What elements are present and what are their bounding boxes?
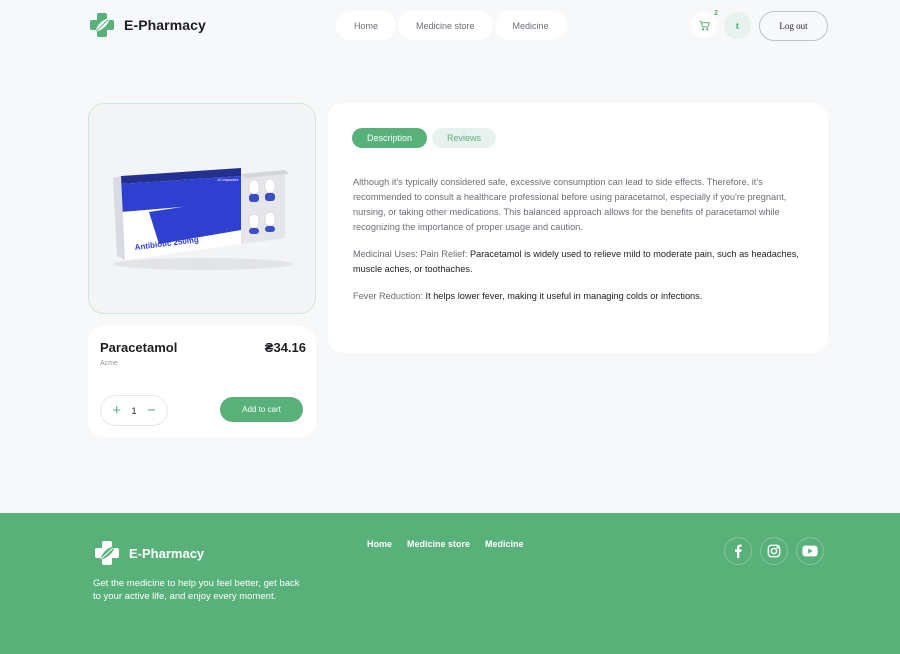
header: E-Pharmacy Home Medicine store Medicine … [0,0,900,54]
user-avatar[interactable]: t [724,12,751,39]
nav-home[interactable]: Home [336,11,397,40]
nav-medicine[interactable]: Medicine [494,11,567,40]
description-paragraph: Although it's typically considered safe,… [353,177,787,232]
cart-icon [699,20,710,30]
footer-tagline: Get the medicine to help you feel better… [93,578,300,602]
product-details-card: Description Reviews Although it's typica… [328,103,828,353]
facebook-link[interactable] [724,537,752,565]
increase-quantity-button[interactable]: + [112,403,121,418]
footer-logo-icon [95,541,119,565]
logo[interactable]: E-Pharmacy [88,11,206,39]
medicinal-uses-label: Medicinal Uses: Pain Relief: [353,249,468,259]
fever-reduction-paragraph: Fever Reduction: It helps lower fever, m… [353,289,805,304]
fever-reduction-text: It helps lower fever, making it useful i… [425,291,703,301]
add-to-cart-button[interactable]: Add to cart [220,397,303,422]
logo-text: E-Pharmacy [124,17,206,33]
tab-reviews[interactable]: Reviews [432,128,497,148]
footer-logo-text: E-Pharmacy [129,545,205,561]
product-image: Antibiotic 250mg 10 capsules [113,168,293,270]
instagram-icon [767,544,781,558]
cart-button[interactable]: 2 [691,10,718,38]
social-links [724,537,824,565]
product-brand: Acme [100,360,118,367]
box-top-text: 10 capsules [217,177,238,182]
product-name: Paracetamol [100,340,178,355]
footer-nav-medicine[interactable]: Medicine [485,539,524,549]
cart-count-badge: 2 [714,10,718,17]
instagram-link[interactable] [760,537,788,565]
tab-description[interactable]: Description [352,128,428,148]
quantity-stepper: + 1 − [100,395,168,426]
footer-nav-home[interactable]: Home [367,539,392,549]
footer-nav: Home Medicine store Medicine [367,539,524,549]
logo-icon [90,13,114,37]
footer-nav-medicine-store[interactable]: Medicine store [407,539,470,549]
nav-medicine-store[interactable]: Medicine store [398,11,493,40]
footer-logo[interactable]: E-Pharmacy [93,539,204,567]
product-image-card: Antibiotic 250mg 10 capsules [88,103,316,314]
medicinal-uses-paragraph: Medicinal Uses: Pain Relief: Paracetamol… [353,247,805,277]
decrease-quantity-button[interactable]: − [147,403,156,418]
youtube-icon [802,545,818,557]
description-body: Although it's typically considered safe,… [353,175,805,316]
facebook-icon [735,544,742,558]
fever-reduction-label: Fever Reduction: [353,291,423,301]
logout-button[interactable]: Log out [759,11,828,41]
quantity-value: 1 [131,405,137,416]
product-info-card: Paracetamol ₴34.16 Acme + 1 − Add to car… [88,326,316,437]
main-nav: Home Medicine store Medicine [336,11,567,40]
footer: E-Pharmacy Get the medicine to help you … [0,513,900,654]
youtube-link[interactable] [796,537,824,565]
details-tabs: Description Reviews [352,128,497,148]
product-price: ₴34.16 [264,340,306,355]
